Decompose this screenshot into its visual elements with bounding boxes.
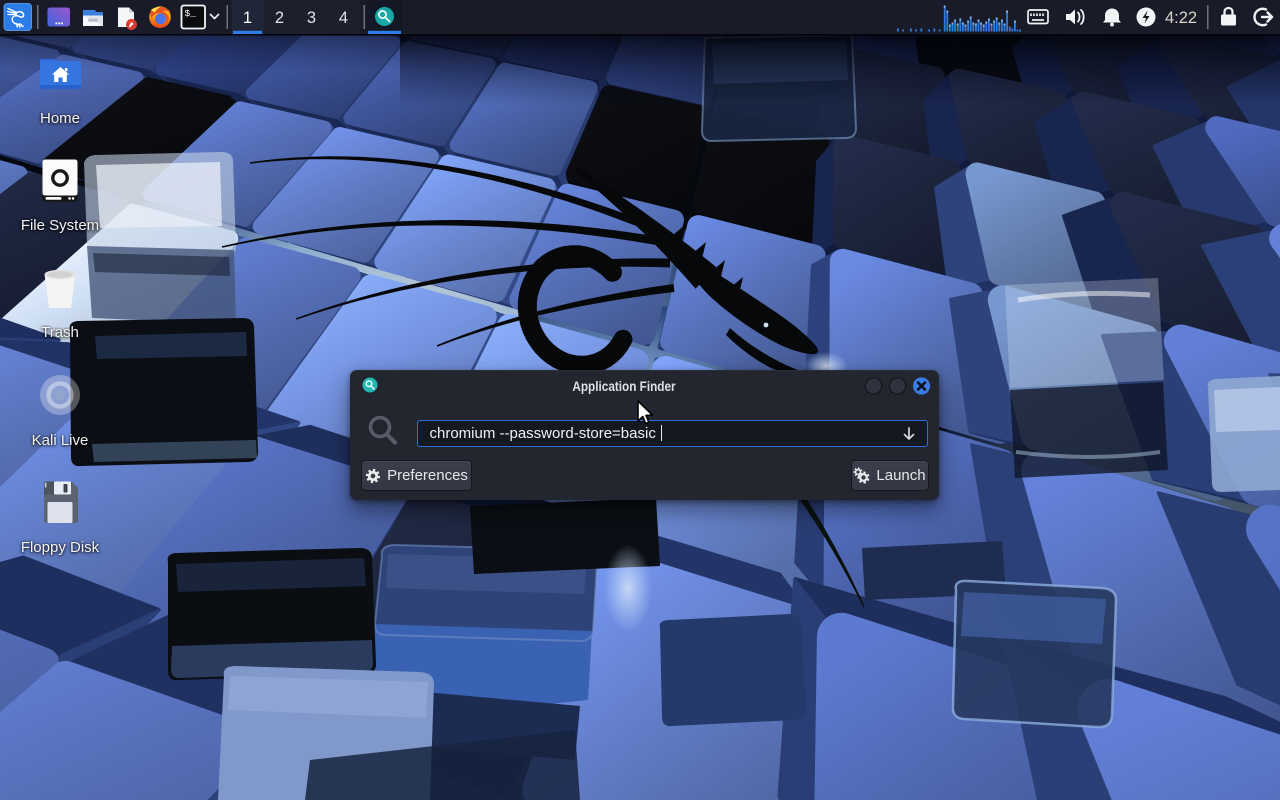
svg-text:4: 4: [339, 9, 348, 27]
svg-text:3: 3: [307, 9, 316, 27]
svg-text:2: 2: [275, 9, 284, 27]
svg-text:1: 1: [243, 9, 252, 27]
svg-text:4:22: 4:22: [1165, 9, 1197, 27]
svg-text:$_: $_: [185, 8, 197, 19]
